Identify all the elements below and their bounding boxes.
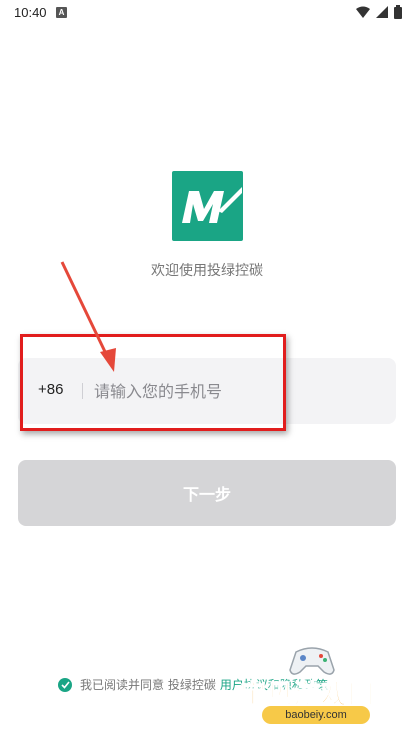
gamepad-icon	[289, 647, 335, 675]
status-icons	[356, 5, 402, 19]
wifi-icon	[356, 6, 370, 18]
battery-icon	[394, 5, 402, 19]
logo-m-icon	[182, 187, 242, 223]
status-time: 10:40	[14, 5, 47, 20]
agreement-text: 我已阅读并同意 投绿控碳	[80, 678, 216, 692]
watermark-url: baobeiy.com	[262, 706, 370, 724]
signal-icon	[376, 6, 388, 18]
field-divider	[82, 383, 83, 399]
checkbox-checked-icon[interactable]	[58, 677, 72, 692]
welcome-text: 欢迎使用投绿控碳	[151, 263, 263, 279]
watermark: 宝贝游戏网 baobeiy.com	[232, 642, 402, 730]
country-code-selector[interactable]: +86	[38, 381, 63, 398]
status-bar: 10:40 A	[0, 0, 414, 26]
next-button[interactable]: 下一步	[18, 460, 396, 526]
notification-icon: A	[56, 7, 67, 18]
app-logo	[172, 171, 243, 241]
phone-field[interactable]: +86	[18, 358, 396, 424]
phone-input[interactable]	[94, 375, 374, 407]
